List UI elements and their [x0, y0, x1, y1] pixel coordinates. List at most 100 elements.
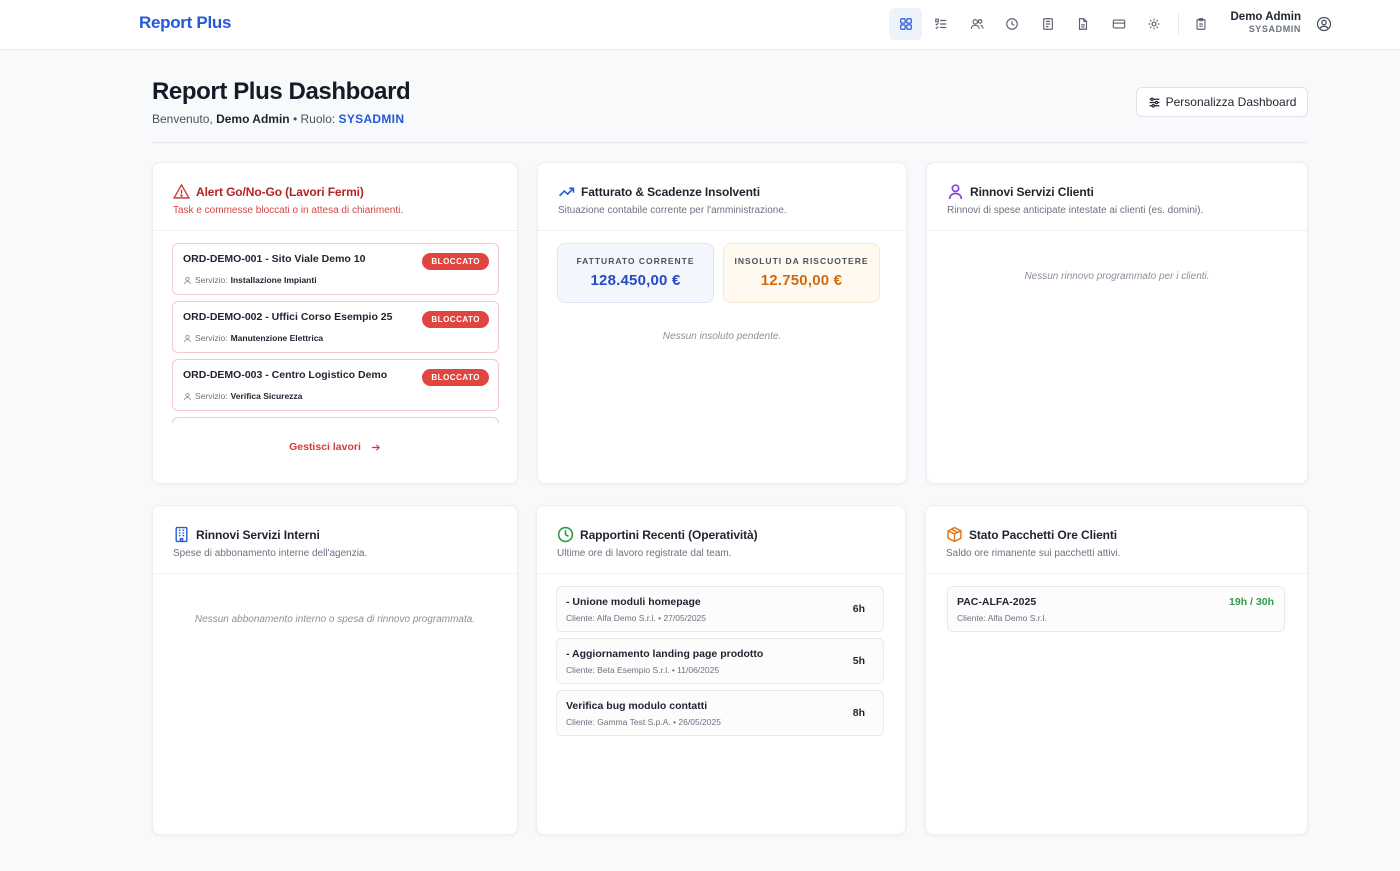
role-prefix: Ruolo:: [300, 112, 336, 126]
billing-card-title: Fatturato & Scadenze Insolventi: [558, 183, 886, 200]
report-title: Verifica bug modulo contatti: [566, 700, 708, 712]
alert-item-service: Servizio: Manutenzione Elettrica: [183, 333, 323, 343]
card-divider: [153, 573, 517, 574]
clock-icon: [557, 526, 574, 543]
nav-users-icon[interactable]: [960, 8, 993, 40]
user-info[interactable]: Demo Admin SYSADMIN: [1231, 11, 1302, 34]
alert-item[interactable]: ORD-DEMO-003 - Centro Logistico Demo BLO…: [172, 359, 499, 411]
user-icon: [183, 334, 192, 342]
status-badge: BLOCCATO: [422, 369, 489, 386]
card-divider: [927, 230, 1307, 231]
brand-logo[interactable]: Report Plus: [139, 13, 231, 33]
manage-jobs-label: Gestisci lavori: [289, 441, 361, 453]
card-divider: [153, 230, 517, 231]
user-name: Demo Admin: [1230, 11, 1302, 23]
report-row[interactable]: - Unione moduli homepage Cliente: Alfa D…: [556, 586, 884, 632]
card-divider: [926, 573, 1307, 574]
recent-reports-title-text: Rapportini Recenti (Operatività): [580, 527, 758, 542]
overdue-value: 12.750,00 €: [760, 272, 843, 289]
nav-gear-icon[interactable]: [1138, 8, 1171, 40]
package-hours: 19h / 30h: [1229, 596, 1274, 608]
alert-service-label: Servizio:: [195, 275, 228, 285]
package-row[interactable]: PAC-ALFA-2025 Cliente: Alfa Demo S.r.l. …: [947, 586, 1285, 632]
recent-reports-card-title: Rapportini Recenti (Operatività): [557, 526, 885, 543]
customize-dashboard-button[interactable]: Personalizza Dashboard: [1136, 87, 1308, 117]
current-revenue-value: 128.450,00 €: [590, 272, 681, 289]
billing-title-text: Fatturato & Scadenze Insolventi: [581, 184, 760, 199]
hour-packages-card: Stato Pacchetti Ore Clienti Saldo ore ri…: [925, 505, 1308, 835]
nav-checklist-icon[interactable]: [925, 8, 958, 40]
hour-packages-card-title: Stato Pacchetti Ore Clienti: [946, 526, 1287, 543]
billing-card-subtitle: Situazione contabile corrente per l'ammi…: [558, 205, 787, 216]
report-meta: Cliente: Alfa Demo S.r.l. • 27/05/2025: [566, 613, 707, 623]
building-icon: [175, 526, 188, 543]
alert-service-value: Verifica Sicurezza: [230, 391, 303, 401]
nav-credit-card-icon[interactable]: [1102, 8, 1135, 40]
overdue-label: INSOLUTI DA RISCUOTERE: [734, 256, 869, 266]
client-renewals-card: Rinnovi Servizi Clienti Rinnovi di spese…: [926, 162, 1308, 484]
billing-card: Fatturato & Scadenze Insolventi Situazio…: [537, 162, 907, 484]
warning-triangle-icon: [173, 183, 190, 199]
alert-item[interactable]: ORD-DEMO-002 - Uffici Corso Esempio 25 B…: [172, 301, 499, 353]
sliders-icon: [1149, 97, 1159, 107]
internal-renewals-card: Rinnovi Servizi Interni Spese di abbonam…: [152, 505, 518, 835]
status-badge: BLOCCATO: [422, 311, 489, 328]
card-divider: [538, 230, 906, 231]
package-icon: [947, 526, 962, 543]
report-title: - Aggiornamento landing page prodotto: [566, 648, 764, 660]
user-icon: [183, 276, 192, 284]
alerts-card-subtitle: Task e commesse bloccati o in attesa di …: [173, 205, 404, 216]
current-revenue-box: FATTURATO CORRENTE 128.450,00 €: [557, 243, 714, 303]
top-navbar: Report Plus Demo Admin SYSADMIN: [0, 0, 1400, 50]
report-row[interactable]: Verifica bug modulo contatti Cliente: Ga…: [556, 690, 884, 736]
report-hours: 8h: [852, 707, 865, 719]
internal-renewals-subtitle: Spese di abbonamento interne dell'agenzi…: [173, 548, 368, 559]
role-value: SYSADMIN: [338, 112, 405, 126]
internal-renewals-empty-message: Nessun abbonamento interno o spesa di ri…: [194, 614, 476, 625]
alert-item-partial[interactable]: [172, 417, 499, 423]
user-avatar-icon[interactable]: [1316, 16, 1332, 32]
alert-item[interactable]: ORD-DEMO-001 - Sito Viale Demo 10 BLOCCA…: [172, 243, 499, 295]
billing-empty-message: Nessun insoluto pendente.: [662, 331, 782, 342]
welcome-line: Benvenuto, Demo Admin • Ruolo: SYSADMIN: [152, 112, 404, 126]
alert-item-title: ORD-DEMO-003 - Centro Logistico Demo: [183, 369, 388, 381]
alert-list[interactable]: ORD-DEMO-001 - Sito Viale Demo 10 BLOCCA…: [172, 243, 499, 423]
nav-separator: [1178, 14, 1179, 34]
welcome-prefix: Benvenuto,: [152, 112, 213, 126]
alert-item-service: Servizio: Installazione Impianti: [183, 275, 317, 285]
alerts-title-text: Alert Go/No-Go (Lavori Fermi): [196, 184, 364, 199]
hour-packages-title-text: Stato Pacchetti Ore Clienti: [969, 527, 1118, 542]
alert-item-title: ORD-DEMO-001 - Sito Viale Demo 10: [183, 253, 366, 265]
package-code: PAC-ALFA-2025: [957, 596, 1037, 608]
package-client: Cliente: Alfa Demo S.r.l.: [957, 613, 1047, 623]
client-renewals-empty-message: Nessun rinnovo programmato per i clienti…: [1024, 271, 1210, 282]
alert-service-value: Manutenzione Elettrica: [230, 333, 324, 343]
alert-service-value: Installazione Impianti: [230, 275, 317, 285]
overdue-box: INSOLUTI DA RISCUOTERE 12.750,00 €: [723, 243, 880, 303]
client-renewals-card-title: Rinnovi Servizi Clienti: [947, 183, 1287, 200]
alert-item-title: ORD-DEMO-002 - Uffici Corso Esempio 25: [183, 311, 393, 323]
user-role: SYSADMIN: [1248, 24, 1301, 34]
nav-clock-icon[interactable]: [996, 8, 1029, 40]
customize-dashboard-label: Personalizza Dashboard: [1165, 95, 1297, 109]
report-meta: Cliente: Gamma Test S.p.A. • 26/05/2025: [566, 717, 721, 727]
arrow-right-icon: [371, 443, 380, 451]
alert-service-label: Servizio:: [195, 333, 228, 343]
nav-dashboard-icon[interactable]: [889, 8, 922, 40]
alerts-card-title: Alert Go/No-Go (Lavori Fermi): [173, 183, 497, 200]
alert-item-service: Servizio: Verifica Sicurezza: [183, 391, 302, 401]
alerts-card: Alert Go/No-Go (Lavori Fermi) Task e com…: [152, 162, 518, 484]
report-title: - Unione moduli homepage: [566, 596, 701, 608]
client-renewals-subtitle: Rinnovi di spese anticipate intestate ai…: [947, 205, 1204, 216]
recent-reports-card: Rapportini Recenti (Operatività) Ultime …: [536, 505, 906, 835]
welcome-separator: •: [292, 112, 298, 126]
internal-renewals-card-title: Rinnovi Servizi Interni: [173, 526, 497, 543]
nav-clipboard-icon[interactable]: [1190, 8, 1212, 40]
user-icon: [183, 392, 192, 400]
trending-up-icon: [559, 187, 575, 197]
hour-packages-subtitle: Saldo ore rimanente sui pacchetti attivi…: [946, 548, 1121, 559]
report-row[interactable]: - Aggiornamento landing page prodotto Cl…: [556, 638, 884, 684]
nav-document-icon[interactable]: [1031, 8, 1064, 40]
manage-jobs-link[interactable]: Gestisci lavori: [153, 441, 517, 453]
nav-file-icon[interactable]: [1067, 8, 1100, 40]
